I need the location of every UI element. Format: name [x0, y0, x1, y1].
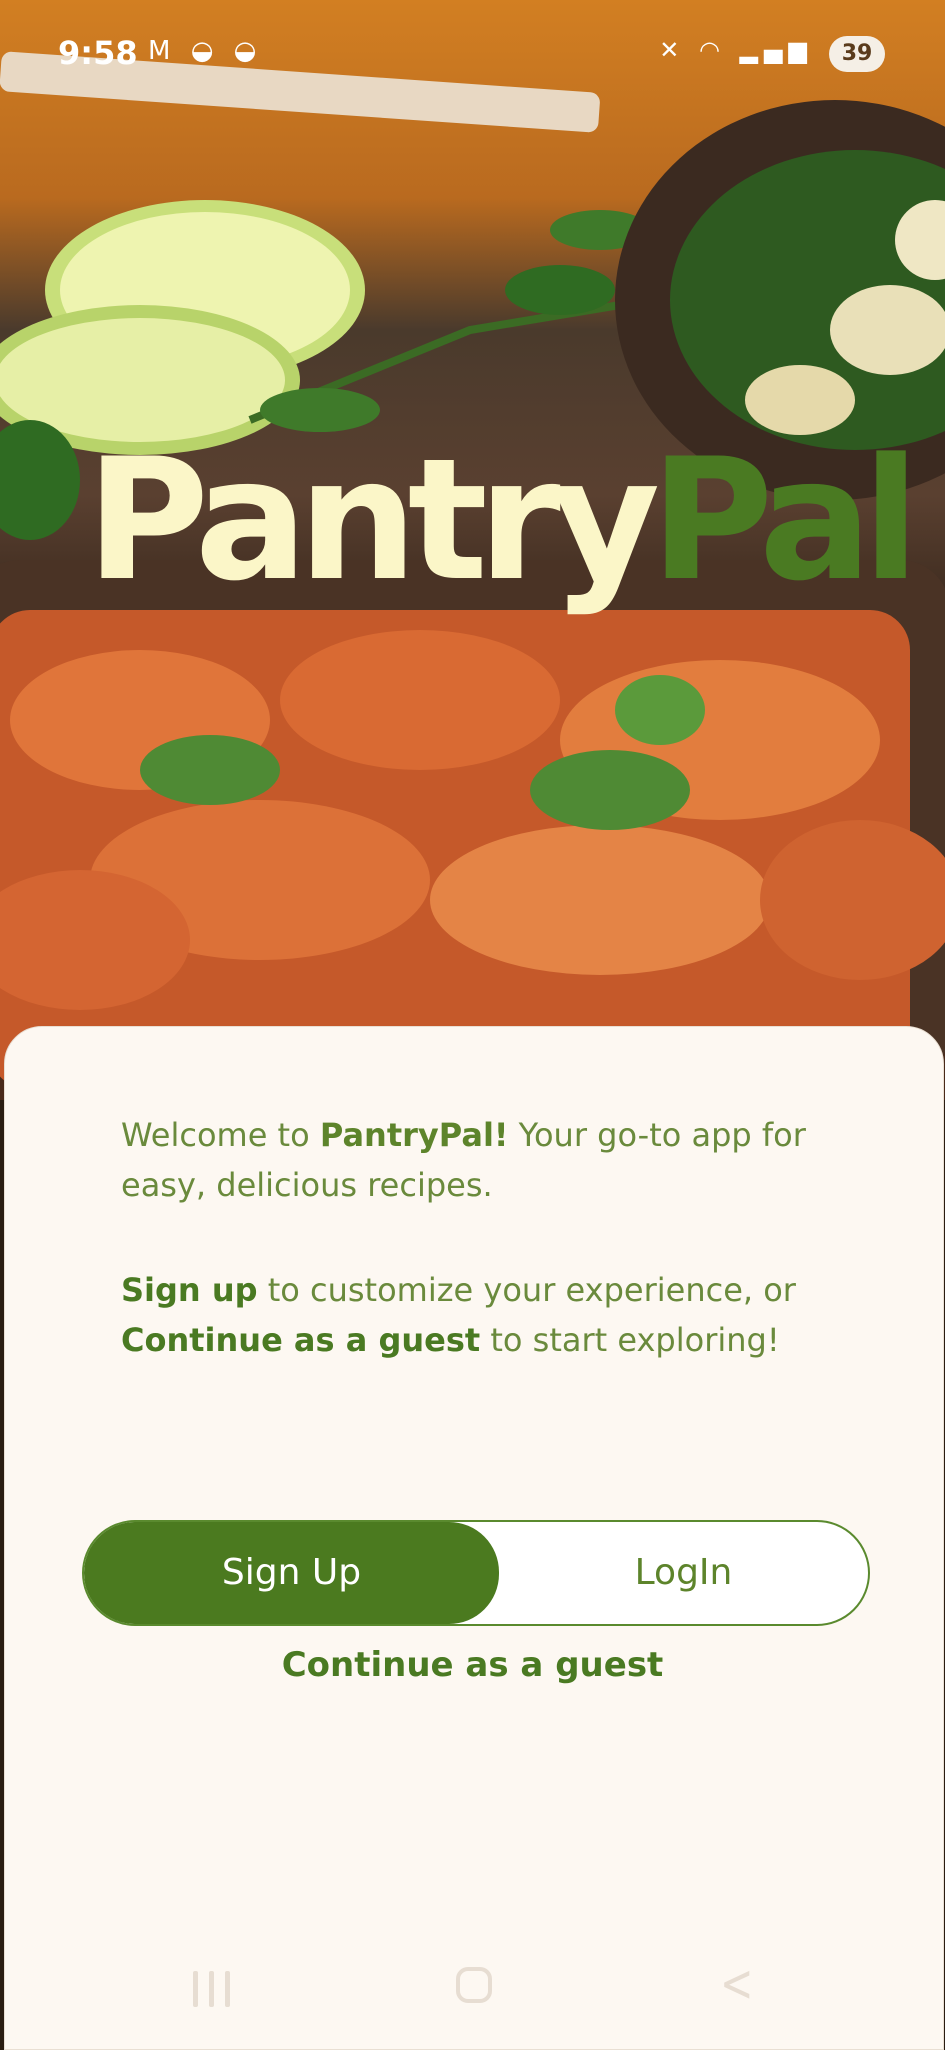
welcome-prefix: Welcome to	[121, 1116, 320, 1154]
welcome-brand: PantryPal!	[319, 1116, 509, 1154]
recent-apps-icon[interactable]	[193, 1971, 233, 2007]
bowl-icon: ◒	[190, 36, 220, 66]
mute-icon: ✕	[659, 36, 686, 64]
system-nav-bar: <	[0, 1954, 945, 2025]
home-icon[interactable]	[456, 1967, 492, 2003]
signup-suffix: to start exploring!	[480, 1321, 780, 1359]
wifi-icon: ◠	[699, 36, 726, 64]
signup-button[interactable]: Sign Up	[84, 1522, 499, 1624]
system-icons: ✕ ◠ ▂▄▆	[659, 36, 813, 64]
logo-text-pal: Pal	[650, 422, 920, 618]
guest-emphasis: Continue as a guest	[121, 1321, 481, 1359]
battery-indicator: 39	[829, 36, 885, 72]
signup-middle: to customize your experience, or	[257, 1271, 796, 1309]
app-logo: PantryPal	[86, 420, 920, 620]
status-bar: 9:58 M ◒ ◒ ✕ ◠ ▂▄▆ 39	[0, 0, 945, 110]
gmail-icon: M	[148, 36, 177, 66]
back-icon[interactable]: <	[720, 1954, 754, 2014]
logo-text-pantry: Pantry	[86, 422, 660, 618]
signup-prompt: Sign up to customize your experience, or…	[121, 1265, 841, 1365]
signal-icon: ▂▄▆	[739, 36, 813, 64]
notification-icons: M ◒ ◒	[148, 36, 262, 66]
bowl-icon: ◒	[233, 36, 263, 66]
login-button[interactable]: LogIn	[499, 1522, 868, 1624]
auth-toggle: Sign Up LogIn	[82, 1520, 870, 1626]
continue-as-guest-link[interactable]: Continue as a guest	[0, 1645, 945, 1685]
welcome-message: Welcome to PantryPal! Your go-to app for…	[121, 1110, 841, 1210]
signup-emphasis: Sign up	[121, 1271, 258, 1309]
clock: 9:58	[58, 34, 138, 72]
